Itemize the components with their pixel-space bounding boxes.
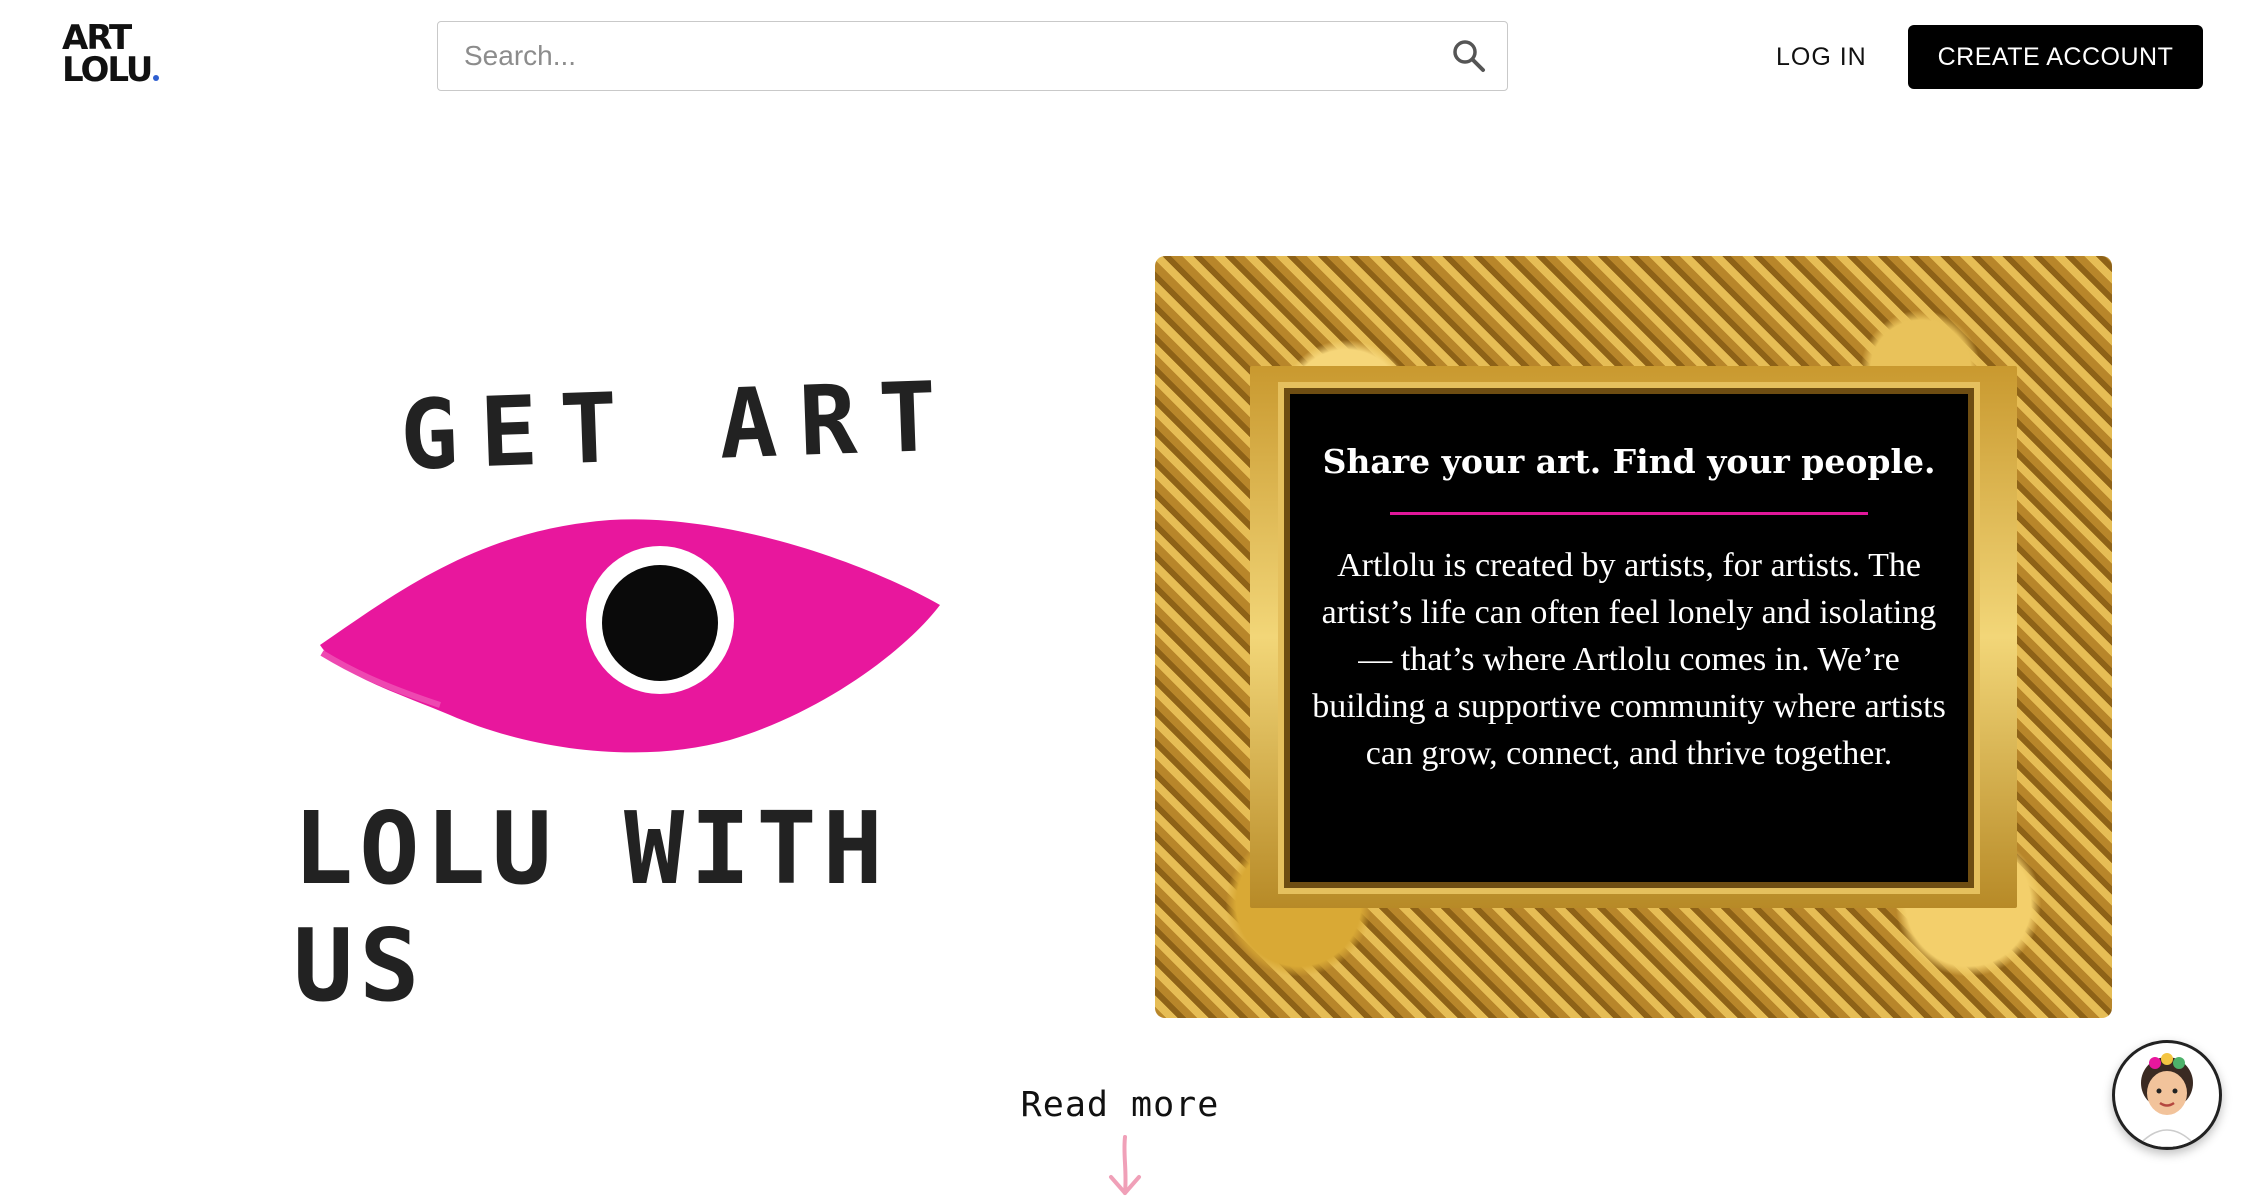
hero-top-text: GET ART <box>398 360 961 492</box>
search-bar <box>437 21 1508 91</box>
frame-divider <box>1390 512 1868 515</box>
login-button[interactable]: LOG IN <box>1760 32 1883 82</box>
logo-dot <box>153 75 160 81</box>
gold-picture-frame: Share your art. Find your people. Artlol… <box>1155 256 2112 1018</box>
frame-canvas: Share your art. Find your people. Artlol… <box>1290 394 1968 882</box>
artlolu-logo[interactable]: ART LOLU <box>62 21 172 94</box>
site-header: ART LOLU LOG IN CREATE ACCOUNT <box>0 0 2245 115</box>
hero-bottom-text: LOLU WITH US <box>293 790 889 1024</box>
assistant-avatar-icon[interactable] <box>2112 1040 2222 1150</box>
create-account-button[interactable]: CREATE ACCOUNT <box>1908 25 2203 89</box>
read-more-link[interactable]: Read more <box>985 1085 1255 1125</box>
search-icon[interactable] <box>1451 38 1487 74</box>
avatar-portrait <box>2135 1053 2199 1147</box>
arrow-down-icon[interactable] <box>1105 1135 1145 1197</box>
frame-body-text: Artlolu is created by artists, for artis… <box>1312 547 1946 772</box>
hero-illustration: GET ART LOLU WITH US <box>285 360 1005 1024</box>
search-input[interactable] <box>462 22 1426 90</box>
frame-title: Share your art. Find your people. <box>1322 442 1936 481</box>
eye-icon <box>320 519 940 753</box>
logo-line-2: LOLU <box>62 53 172 87</box>
